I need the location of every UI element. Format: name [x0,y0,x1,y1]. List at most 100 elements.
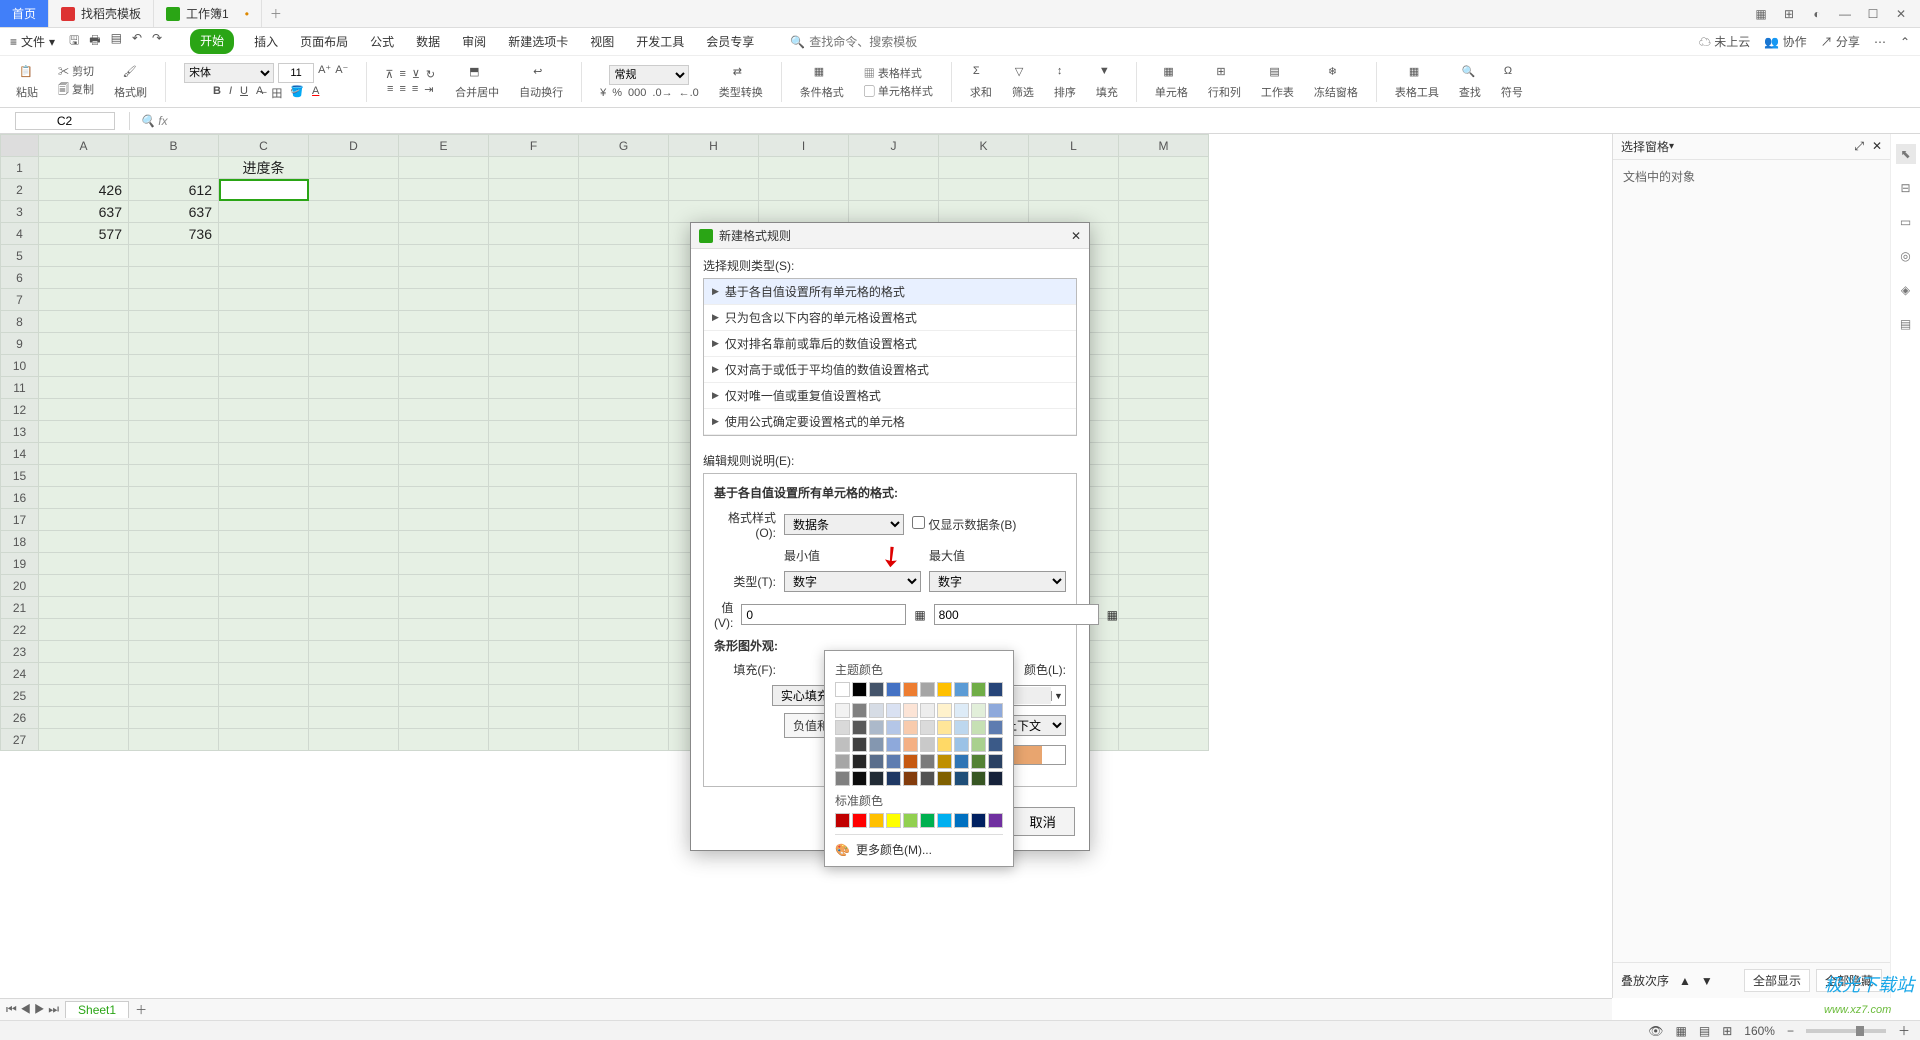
theme-shade-0-3[interactable] [886,703,901,718]
theme-shade-1-1[interactable] [852,720,867,735]
cell-G2[interactable] [579,179,669,201]
freeze-group[interactable]: ❄冻结窗格 [1308,64,1364,100]
cell-C1[interactable]: 进度条 [219,157,309,179]
cell-B22[interactable] [129,619,219,641]
undo-icon[interactable]: ↶ [132,31,142,52]
cell-D4[interactable] [309,223,399,245]
cell-D25[interactable] [309,685,399,707]
orient-icon[interactable]: ↻ [426,68,435,81]
cell-E12[interactable] [399,399,489,421]
theme-shade-1-6[interactable] [937,720,952,735]
theme-shade-1-0[interactable] [835,720,850,735]
cell-G13[interactable] [579,421,669,443]
row-header-5[interactable]: 5 [1,245,39,267]
close-icon[interactable]: ✕ [1892,7,1910,21]
cell-E22[interactable] [399,619,489,641]
align-center-icon[interactable]: ≡ [399,83,405,96]
cell-M10[interactable] [1119,355,1209,377]
col-header-I[interactable]: I [759,135,849,157]
cell-E25[interactable] [399,685,489,707]
std-color-2[interactable] [869,813,884,828]
cell-G10[interactable] [579,355,669,377]
cell-F27[interactable] [489,729,579,751]
cell-B27[interactable] [129,729,219,751]
sort-group[interactable]: ↕排序 [1048,64,1082,100]
row-header-27[interactable]: 27 [1,729,39,751]
view-normal-icon[interactable]: ▦ [1676,1024,1687,1038]
cell-A7[interactable] [39,289,129,311]
cell-K3[interactable] [939,201,1029,223]
pane-pin-icon[interactable]: ⤢ [1854,139,1864,154]
cell-A22[interactable] [39,619,129,641]
more-colors[interactable]: 🎨更多颜色(M)... [835,834,1003,858]
cell-D17[interactable] [309,509,399,531]
cell-F21[interactable] [489,597,579,619]
row-header-20[interactable]: 20 [1,575,39,597]
cell-F13[interactable] [489,421,579,443]
cell-B6[interactable] [129,267,219,289]
cell-A5[interactable] [39,245,129,267]
cell-B23[interactable] [129,641,219,663]
cell-C23[interactable] [219,641,309,663]
cell-F15[interactable] [489,465,579,487]
cell-D2[interactable] [309,179,399,201]
symbol-group[interactable]: Ω符号 [1495,64,1529,100]
cell-F7[interactable] [489,289,579,311]
more-icon[interactable]: ⋯ [1874,35,1886,49]
cell-B9[interactable] [129,333,219,355]
cell-G24[interactable] [579,663,669,685]
cell-D13[interactable] [309,421,399,443]
cell-E24[interactable] [399,663,489,685]
tab-home[interactable]: 首页 [0,0,49,27]
cell-E11[interactable] [399,377,489,399]
col-header-D[interactable]: D [309,135,399,157]
sheet-tab[interactable]: Sheet1 [65,1001,129,1018]
cell-F2[interactable] [489,179,579,201]
bold-icon[interactable]: B [213,85,221,101]
cell-C20[interactable] [219,575,309,597]
theme-shade-2-8[interactable] [971,737,986,752]
cell-D20[interactable] [309,575,399,597]
tab-workbook[interactable]: 工作簿1• [154,0,262,27]
cell-M6[interactable] [1119,267,1209,289]
zoom-in-icon[interactable]: ＋ [1898,1022,1910,1039]
cell-F22[interactable] [489,619,579,641]
align-top-icon[interactable]: ⊼ [385,68,393,81]
cell-G27[interactable] [579,729,669,751]
cell-E23[interactable] [399,641,489,663]
sheet-nav[interactable]: ⏮ ◀ ▶ ⏭ [6,1002,59,1017]
cell-D10[interactable] [309,355,399,377]
theme-shade-4-3[interactable] [886,771,901,786]
std-color-9[interactable] [988,813,1003,828]
cell-F23[interactable] [489,641,579,663]
tab-add[interactable]: ＋ [262,0,290,27]
theme-shade-2-5[interactable] [920,737,935,752]
cell-J1[interactable] [849,157,939,179]
cell-E20[interactable] [399,575,489,597]
cell-B17[interactable] [129,509,219,531]
cell-B15[interactable] [129,465,219,487]
cell-A2[interactable]: 426 [39,179,129,201]
theme-color-0[interactable] [835,682,850,697]
theme-color-8[interactable] [971,682,986,697]
cell-F5[interactable] [489,245,579,267]
theme-shade-0-1[interactable] [852,703,867,718]
underline-icon[interactable]: U [240,85,248,101]
theme-shade-4-7[interactable] [954,771,969,786]
cond-format[interactable]: ▦条件格式 [794,64,850,100]
col-header-G[interactable]: G [579,135,669,157]
theme-shade-0-8[interactable] [971,703,986,718]
cell-E5[interactable] [399,245,489,267]
theme-shade-1-4[interactable] [903,720,918,735]
theme-shade-1-5[interactable] [920,720,935,735]
cell-M18[interactable] [1119,531,1209,553]
row-header-4[interactable]: 4 [1,223,39,245]
sheet-group[interactable]: ▤工作表 [1255,64,1300,100]
cell-C10[interactable] [219,355,309,377]
cell-style[interactable]: ▢ 单元格样式 [864,83,933,99]
paste-group[interactable]: 📋粘贴 [10,64,44,100]
cell-F26[interactable] [489,707,579,729]
cell-B4[interactable]: 736 [129,223,219,245]
cell-E14[interactable] [399,443,489,465]
rowcol-group[interactable]: ⊞行和列 [1202,64,1247,100]
